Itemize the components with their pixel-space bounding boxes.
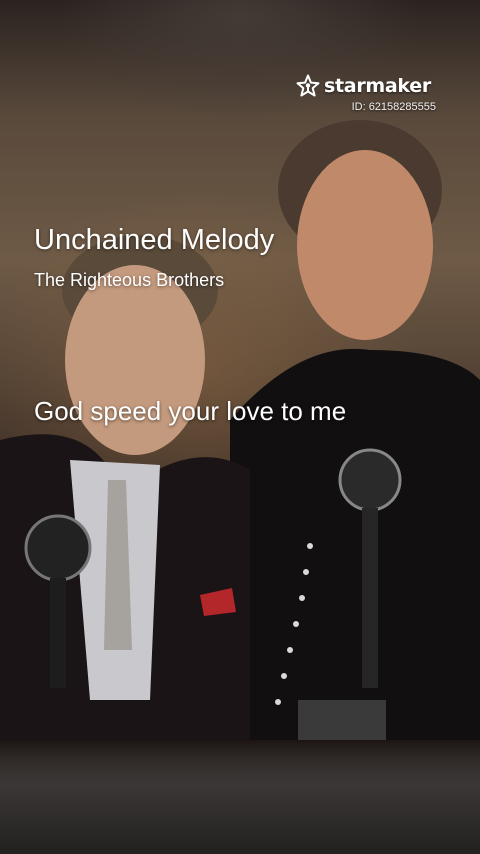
- left-trophy-disc: [24, 514, 92, 582]
- right-trophy-disc: [338, 448, 402, 512]
- starmaker-logo: starmaker: [296, 72, 436, 100]
- current-lyric-line: God speed your love to me: [34, 396, 347, 426]
- cover-photo: [0, 120, 480, 740]
- user-id-label: ID: 62158285555: [351, 101, 436, 113]
- right-man-face: [297, 150, 433, 340]
- artist-name: The Righteous Brothers: [34, 270, 225, 290]
- brand-name: starmaker: [324, 75, 431, 97]
- right-trophy-base: [298, 700, 386, 740]
- bottom-blur: [0, 740, 480, 854]
- song-title: Unchained Melody: [34, 224, 275, 256]
- left-trophy-stem: [50, 578, 66, 688]
- video-background: [0, 0, 480, 854]
- starmaker-star-icon: [296, 74, 320, 97]
- right-trophy-stem: [362, 508, 378, 688]
